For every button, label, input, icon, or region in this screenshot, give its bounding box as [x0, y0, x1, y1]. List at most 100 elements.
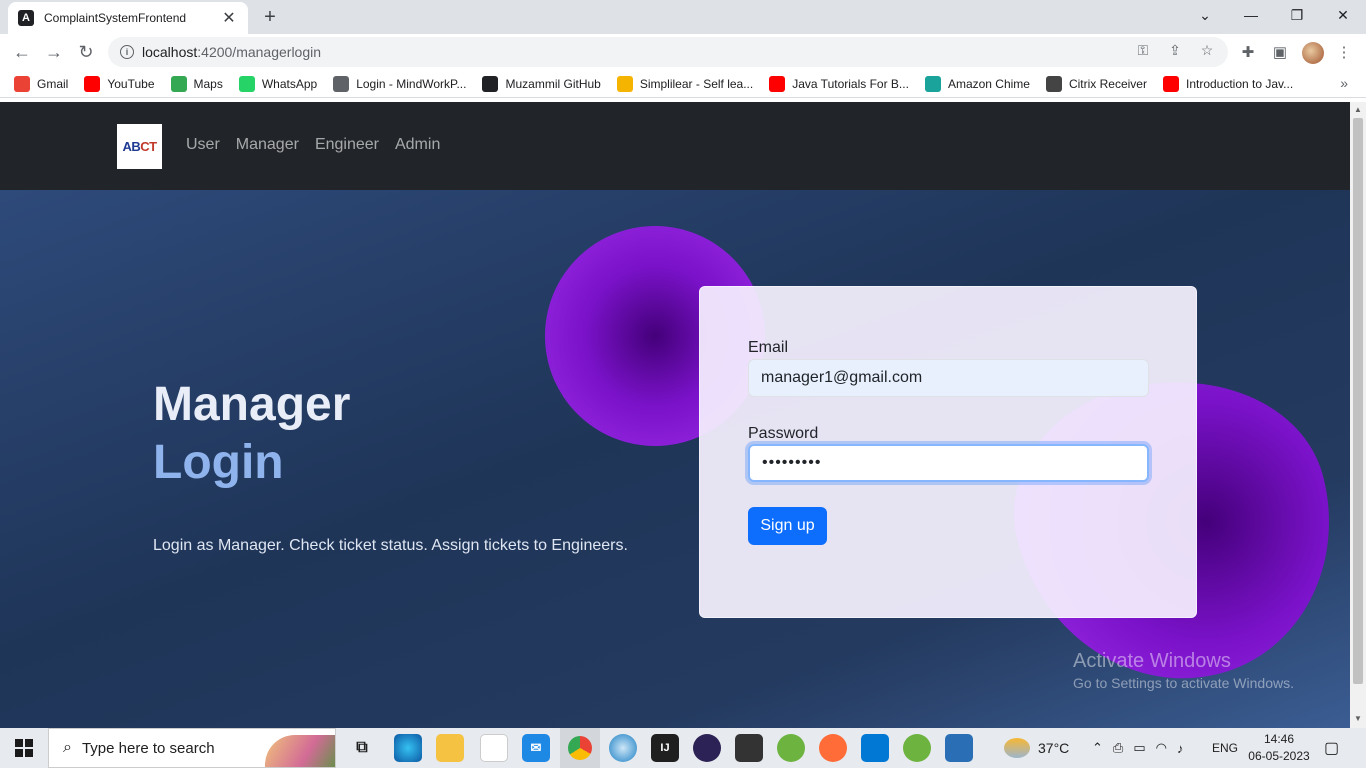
tab-search-icon[interactable]: ⌄: [1182, 0, 1228, 30]
menu-icon[interactable]: ⋮: [1334, 42, 1354, 62]
weather-icon: [1004, 738, 1030, 758]
close-tab-icon[interactable]: ✕: [220, 8, 238, 28]
meet-now-icon[interactable]: ⎙: [1113, 740, 1123, 756]
windows-taskbar: ⌕ Type here to search ⧉ ✉ IJ 37°C ⌃ ⎙ ▭ …: [0, 728, 1366, 768]
reload-icon[interactable]: ↻: [72, 38, 100, 66]
spring-tool-icon[interactable]: [777, 734, 805, 762]
task-view-icon[interactable]: ⧉: [348, 734, 376, 762]
chrome-icon: [568, 736, 592, 760]
nav-link-manager[interactable]: Manager: [236, 136, 299, 154]
close-window-button[interactable]: ✕: [1320, 0, 1366, 30]
scrollbar-thumb[interactable]: [1353, 118, 1363, 684]
address-bar[interactable]: i localhost:4200/managerlogin: [108, 37, 1228, 67]
language-indicator[interactable]: ENG: [1212, 728, 1238, 768]
site-navbar: AB CT User Manager Engineer Admin: [0, 102, 1350, 190]
bookmark-label: Citrix Receiver: [1068, 76, 1147, 91]
bookmark-label: WhatsApp: [261, 76, 318, 91]
bookmark-item[interactable]: Amazon Chime: [924, 75, 1030, 92]
bookmark-item[interactable]: Login - MindWorkP...: [333, 75, 467, 92]
side-panel-icon[interactable]: ▣: [1270, 42, 1290, 62]
mail-icon[interactable]: ✉: [522, 734, 550, 762]
nav-link-user[interactable]: User: [186, 136, 220, 154]
key-icon[interactable]: ⚿: [1134, 41, 1152, 59]
search-highlight-art: [265, 735, 335, 767]
login-card: Email manager1@gmail.com Password ••••••…: [699, 286, 1197, 618]
bookmark-item[interactable]: Gmail: [14, 75, 68, 92]
spring-tool-icon-2[interactable]: [903, 734, 931, 762]
notification-icon[interactable]: ▢: [1324, 728, 1339, 768]
email-field[interactable]: manager1@gmail.com: [748, 359, 1149, 397]
whatsapp-icon: [238, 75, 255, 92]
tab-title: ComplaintSystemFrontend: [44, 11, 187, 25]
assistant-icon[interactable]: [609, 734, 637, 762]
bookmark-item[interactable]: Citrix Receiver: [1045, 75, 1147, 92]
volume-icon[interactable]: ♪: [1177, 741, 1184, 756]
windows-start-button[interactable]: [0, 728, 48, 768]
minimize-button[interactable]: —: [1228, 0, 1274, 30]
hero-section: Manager Login Login as Manager. Check ti…: [0, 190, 1350, 728]
restore-button[interactable]: ❐: [1274, 0, 1320, 30]
bookmark-item[interactable]: YouTube: [84, 75, 155, 92]
more-bookmarks-icon[interactable]: »: [1340, 75, 1348, 91]
bookmark-item[interactable]: Java Tutorials For B...: [769, 75, 909, 92]
bookmark-star-icon[interactable]: ☆: [1198, 41, 1216, 59]
system-tray: ⌃ ⎙ ▭ ◠ ♪: [1092, 728, 1183, 768]
bookmark-item[interactable]: Maps: [170, 75, 223, 92]
page-scrollbar[interactable]: ▲ ▼: [1350, 102, 1366, 728]
bookmark-item[interactable]: Muzammil GitHub: [482, 75, 601, 92]
bookmark-label: Muzammil GitHub: [505, 76, 601, 91]
photos-icon[interactable]: [945, 734, 973, 762]
intellij-icon[interactable]: IJ: [651, 734, 679, 762]
back-icon[interactable]: ←: [8, 38, 36, 66]
nav-link-engineer[interactable]: Engineer: [315, 136, 379, 154]
scroll-up-icon[interactable]: ▲: [1353, 105, 1363, 115]
bookmark-label: Login - MindWorkP...: [356, 76, 467, 91]
edge-icon[interactable]: [394, 734, 422, 762]
simplilearn-icon: [616, 75, 633, 92]
bookmark-label: Amazon Chime: [947, 76, 1030, 91]
bookmark-item[interactable]: Introduction to Jav...: [1162, 75, 1294, 92]
wifi-icon[interactable]: ◠: [1156, 740, 1167, 756]
bookmark-item[interactable]: WhatsApp: [238, 75, 318, 92]
profile-avatar[interactable]: [1302, 42, 1324, 64]
store-icon[interactable]: [480, 734, 508, 762]
forward-icon[interactable]: →: [40, 38, 68, 66]
url-text: localhost:4200/managerlogin: [142, 44, 322, 60]
vscode-icon[interactable]: [861, 734, 889, 762]
share-icon[interactable]: ⇪: [1166, 41, 1184, 59]
angular-icon: A: [18, 10, 34, 26]
bookmark-item[interactable]: Simplilear - Self lea...: [616, 75, 754, 92]
globe-icon: [333, 75, 350, 92]
system-clock[interactable]: 14:46 06-05-2023: [1248, 731, 1310, 765]
nav-link-admin[interactable]: Admin: [395, 136, 440, 154]
new-tab-button[interactable]: +: [258, 5, 282, 29]
maps-icon: [170, 75, 187, 92]
terminal-icon[interactable]: [735, 734, 763, 762]
file-explorer-icon[interactable]: [436, 734, 464, 762]
browser-tab[interactable]: A ComplaintSystemFrontend ✕: [8, 2, 248, 34]
bookmark-label: Simplilear - Self lea...: [639, 76, 754, 91]
scroll-down-icon[interactable]: ▼: [1353, 714, 1363, 724]
weather-widget[interactable]: 37°C: [1004, 728, 1069, 768]
nav-links: User Manager Engineer Admin: [186, 136, 440, 154]
extensions-icon[interactable]: ✚: [1238, 42, 1258, 62]
browser-tab-strip: A ComplaintSystemFrontend ✕ + ⌄ — ❐ ✕: [0, 0, 1366, 34]
citrix-icon: [1045, 75, 1062, 92]
bookmark-label: Introduction to Jav...: [1185, 76, 1294, 91]
battery-icon[interactable]: ▭: [1133, 740, 1145, 756]
page-viewport: AB CT User Manager Engineer Admin Manager…: [0, 102, 1350, 728]
taskbar-search[interactable]: ⌕ Type here to search: [48, 728, 336, 768]
bookmarks-bar: Gmail YouTube Maps WhatsApp Login - MindWork…: [0, 70, 1366, 98]
sign-up-button[interactable]: Sign up: [748, 507, 827, 545]
password-field[interactable]: •••••••••: [748, 444, 1149, 482]
abct-logo[interactable]: AB CT: [117, 124, 162, 169]
email-label: Email: [748, 339, 789, 356]
eclipse-icon[interactable]: [693, 734, 721, 762]
site-info-icon[interactable]: i: [120, 45, 134, 59]
youtube-icon: [1162, 75, 1179, 92]
gmail-icon: [14, 75, 30, 92]
chevron-up-icon[interactable]: ⌃: [1092, 740, 1103, 756]
chime-icon: [924, 75, 941, 92]
chrome-taskbar-button[interactable]: [560, 728, 600, 768]
postman-icon[interactable]: [819, 734, 847, 762]
